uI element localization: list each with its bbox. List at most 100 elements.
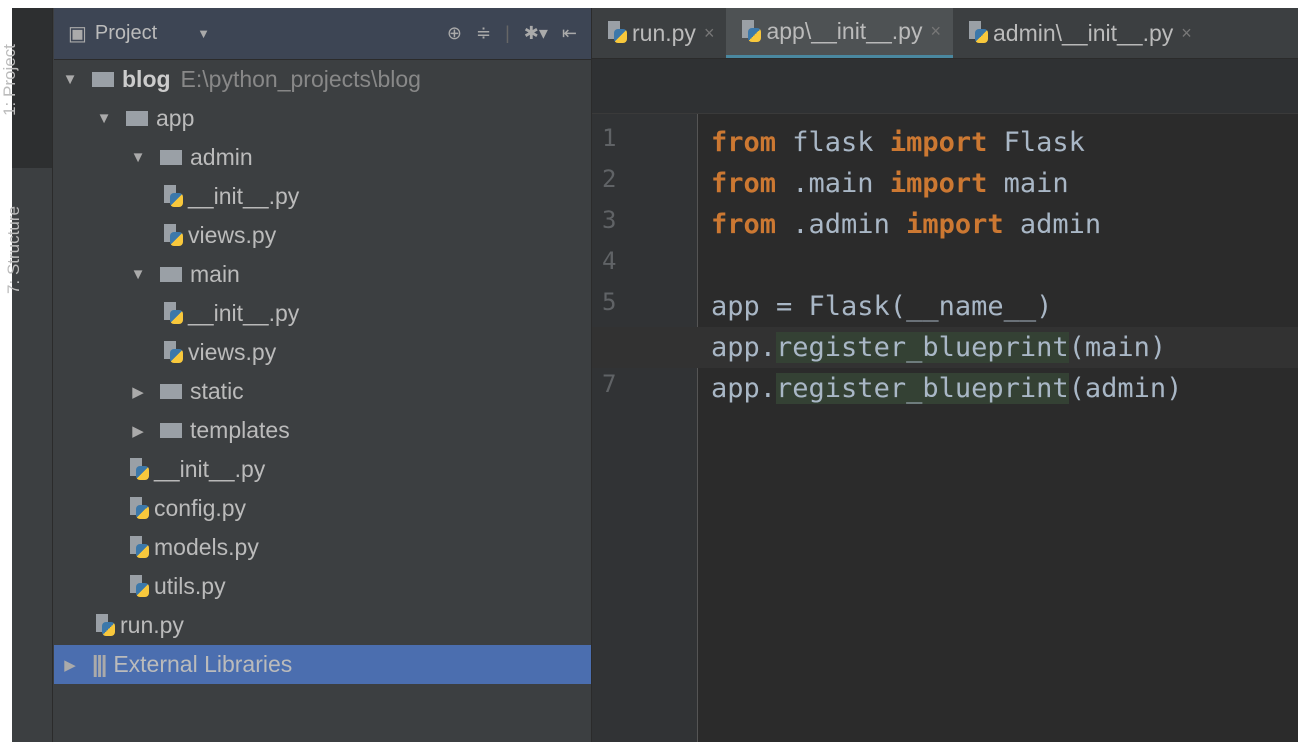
keyword: from	[711, 209, 777, 240]
tree-item-label: templates	[190, 417, 290, 443]
tree-item[interactable]: __init__.py	[54, 177, 591, 216]
tree-item-label: utils.py	[154, 573, 226, 599]
tree-item-label: app	[156, 105, 195, 131]
close-icon[interactable]: ×	[704, 23, 715, 44]
tree-item-label: views.py	[188, 222, 277, 248]
project-view-selector[interactable]: Project	[95, 22, 157, 45]
tree-item[interactable]: views.py	[54, 216, 591, 255]
tree-item[interactable]: config.py	[54, 489, 591, 528]
divider: |	[505, 23, 510, 43]
tree-item[interactable]: ▼ main	[54, 255, 591, 294]
tree-item-label: blog	[122, 66, 171, 92]
code-text: from flask import Flask	[711, 122, 1085, 163]
python-file-icon	[162, 184, 184, 209]
folder-icon	[92, 72, 114, 87]
code-line[interactable]: from flask import Flask	[592, 122, 1298, 163]
keyword: from	[711, 168, 777, 199]
project-tree: ▼ blog E:\python_projects\blog ▼ app ▼ admin __…	[54, 60, 591, 684]
tree-item-label: __init__.py	[154, 456, 266, 482]
hide-panel-icon[interactable]: ⇤	[562, 23, 577, 44]
chevron-down-icon[interactable]: ▼	[197, 26, 210, 41]
library-icon: |||	[92, 651, 107, 677]
editor-tab[interactable]: run.py ×	[592, 8, 726, 58]
expand-arrow-icon[interactable]: ▼	[128, 149, 148, 166]
tree-item[interactable]: ▶ ||| External Libraries	[54, 645, 591, 684]
code-line[interactable]: from .admin import admin	[592, 204, 1298, 245]
code-token: app.	[711, 332, 777, 363]
tree-item-label: config.py	[154, 495, 247, 521]
python-file-icon	[162, 223, 184, 248]
python-file-icon	[606, 21, 628, 45]
tab-label: run.py	[632, 19, 696, 46]
tree-item[interactable]: run.py	[54, 606, 591, 645]
code-text: from .admin import admin	[711, 204, 1101, 245]
folder-icon	[160, 150, 182, 165]
code-line[interactable]: from .main import main	[592, 163, 1298, 204]
code-line[interactable]	[592, 245, 1298, 286]
tree-item[interactable]: __init__.py	[54, 294, 591, 333]
code-token: .main	[776, 168, 890, 199]
code-line[interactable]: app.register_blueprint(admin)	[592, 368, 1298, 409]
collapse-arrow-icon[interactable]: ▶	[128, 422, 148, 440]
code-token: register_blueprint	[776, 373, 1069, 404]
code-token: main	[987, 168, 1069, 199]
code-line[interactable]: app = Flask(__name__)	[592, 286, 1298, 327]
tree-item-label: __init__.py	[188, 183, 300, 209]
gear-icon[interactable]: ✱▾	[524, 23, 548, 44]
code-token: app.	[711, 373, 777, 404]
collapse-arrow-icon[interactable]: ▶	[60, 656, 80, 674]
folder-icon	[160, 267, 182, 282]
code-text: app.register_blueprint(admin)	[711, 368, 1182, 409]
tree-item-label: models.py	[154, 534, 259, 560]
tree-item[interactable]: models.py	[54, 528, 591, 567]
collapse-arrow-icon[interactable]: ▶	[128, 383, 148, 401]
structure-tool-tab-label: 7: Structure	[3, 206, 23, 294]
tree-item[interactable]: ▶ static	[54, 372, 591, 411]
breadcrumb-band	[592, 59, 1298, 114]
code-token: .admin	[776, 209, 907, 240]
tree-item[interactable]: views.py	[54, 333, 591, 372]
tree-item-label: __init__.py	[188, 300, 300, 326]
code-line[interactable]: app.register_blueprint(main)	[592, 327, 1298, 368]
tree-item[interactable]: __init__.py	[54, 450, 591, 489]
locate-icon[interactable]: ⊕	[447, 23, 462, 44]
tree-item[interactable]: ▼ blog E:\python_projects\blog	[54, 60, 591, 99]
close-icon[interactable]: ×	[1181, 23, 1192, 44]
project-panel: ▣ Project ▼ ⊕ ≑ | ✱▾ ⇤ ▼ blog E:\python_pr…	[54, 8, 592, 742]
tree-item[interactable]: ▼ admin	[54, 138, 591, 177]
code-token: admin	[1003, 209, 1102, 240]
keyword: import	[889, 168, 988, 199]
python-file-icon	[740, 19, 762, 44]
project-panel-header: ▣ Project ▼ ⊕ ≑ | ✱▾ ⇤	[54, 8, 591, 60]
close-icon[interactable]: ×	[930, 21, 941, 42]
expand-arrow-icon[interactable]: ▼	[94, 110, 114, 127]
python-file-icon	[162, 301, 184, 326]
collapse-all-icon[interactable]: ≑	[476, 23, 491, 44]
folder-icon	[126, 111, 148, 126]
code-text: app.register_blueprint(main)	[711, 327, 1166, 368]
structure-tool-tab[interactable]: 7: Structure	[4, 178, 52, 338]
tool-window-stripe: 1: Project 7: Structure	[0, 8, 53, 742]
folder-icon	[160, 423, 182, 438]
code-token: app = Flask(__name__)	[711, 291, 1053, 322]
code-token: flask	[776, 127, 890, 158]
expand-arrow-icon[interactable]: ▼	[60, 71, 80, 88]
tree-item[interactable]: ▼ app	[54, 99, 591, 138]
expand-arrow-icon[interactable]: ▼	[128, 266, 148, 283]
folder-icon	[160, 384, 182, 399]
project-tool-tab[interactable]: 1: Project	[0, 8, 52, 168]
tree-item-path: E:\python_projects\blog	[180, 66, 421, 92]
tree-item-label: static	[190, 378, 244, 404]
tree-item[interactable]: ▶ templates	[54, 411, 591, 450]
ide-window: 1: Project 7: Structure ▣ Project ▼ ⊕ ≑ …	[0, 8, 1298, 742]
code-text: from .main import main	[711, 163, 1069, 204]
keyword: import	[889, 127, 988, 158]
editor-tab[interactable]: app\__init__.py ×	[726, 8, 953, 58]
project-view-icon: ▣	[68, 23, 87, 45]
tab-label: admin\__init__.py	[992, 19, 1174, 46]
python-file-icon	[128, 535, 150, 560]
tree-item[interactable]: utils.py	[54, 567, 591, 606]
tree-item-label: admin	[190, 144, 253, 170]
editor-tab[interactable]: admin\__init__.py ×	[953, 8, 1204, 58]
keyword: import	[906, 209, 1004, 240]
